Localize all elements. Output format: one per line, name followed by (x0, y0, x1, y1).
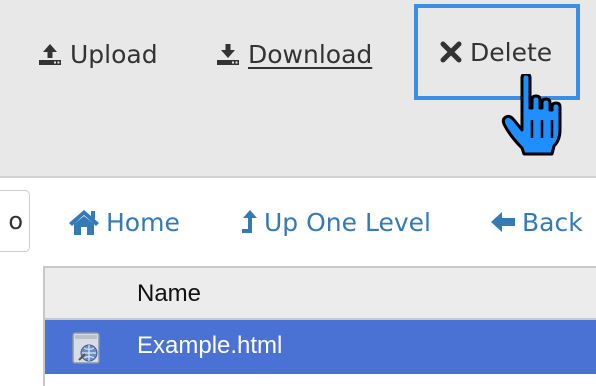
download-label: Download (248, 39, 373, 69)
up-one-level-link[interactable]: Up One Level (240, 200, 431, 244)
upload-label: Upload (70, 39, 158, 69)
column-header-name[interactable]: Name (137, 280, 201, 308)
download-icon (216, 42, 240, 66)
times-icon (440, 41, 462, 63)
file-table: Name Example.html (43, 266, 596, 386)
toolbar: Upload Download Delete (0, 0, 596, 178)
home-link[interactable]: Home (68, 200, 180, 244)
up-one-level-label: Up One Level (264, 207, 431, 237)
html-file-icon (71, 332, 103, 364)
home-label: Home (106, 207, 180, 237)
upload-icon (38, 42, 62, 66)
delete-button[interactable]: Delete (414, 4, 580, 100)
back-link[interactable]: Back (490, 200, 583, 244)
file-name: Example.html (137, 332, 283, 359)
back-label: Back (522, 207, 583, 237)
table-row[interactable]: Example.html (45, 320, 596, 374)
delete-label: Delete (470, 37, 553, 67)
file-manager: Upload Download Delete o Home Up One Lev… (0, 0, 596, 386)
level-up-icon (240, 209, 258, 235)
download-button[interactable]: Download (216, 32, 372, 76)
table-header: Name (45, 268, 596, 320)
home-icon (68, 208, 100, 236)
search-partial-text: o (8, 207, 23, 235)
arrow-left-icon (490, 210, 516, 234)
upload-button[interactable]: Upload (38, 32, 158, 76)
search-input[interactable]: o (0, 190, 30, 252)
